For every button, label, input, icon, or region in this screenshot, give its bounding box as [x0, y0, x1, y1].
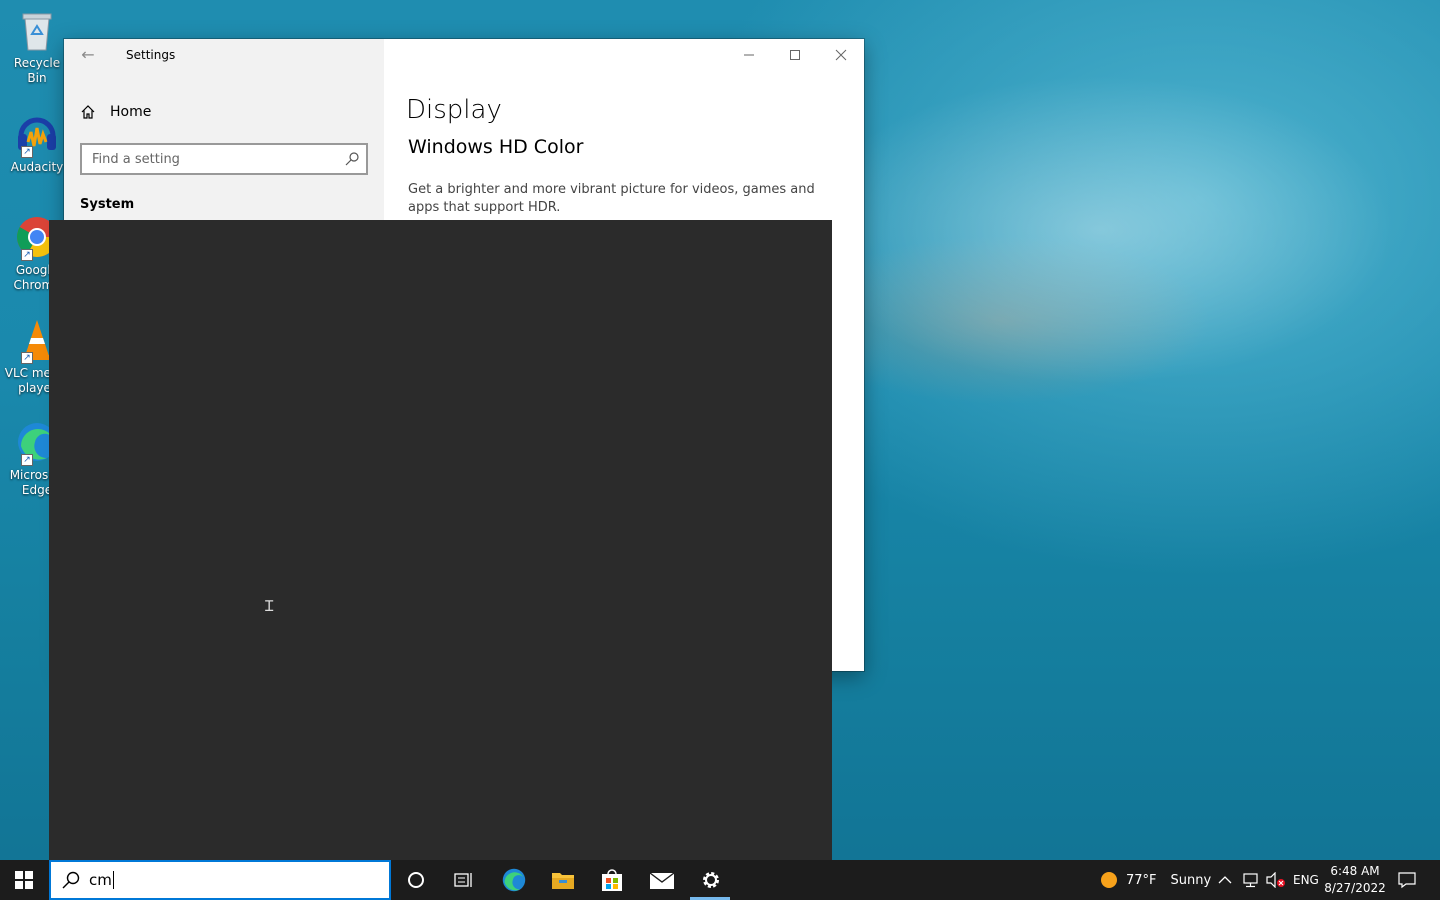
show-hidden-icons-button[interactable] — [1218, 860, 1232, 900]
window-title: Settings — [126, 48, 176, 62]
maximize-icon — [790, 50, 800, 60]
taskbar-search-input[interactable]: cm — [49, 860, 391, 900]
maximize-button[interactable] — [772, 39, 818, 71]
weather-temp: 77°F — [1126, 872, 1157, 888]
language-indicator[interactable]: ENG — [1293, 860, 1319, 900]
section-description: Get a brighter and more vibrant picture … — [408, 182, 815, 215]
weather-widget[interactable]: 77°F Sunny — [1100, 860, 1211, 900]
store-icon — [602, 869, 622, 891]
volume-muted-icon — [1266, 872, 1285, 888]
nav-home-label: Home — [110, 104, 152, 120]
minimize-button[interactable] — [726, 39, 772, 71]
text-caret — [112, 871, 114, 889]
taskbar-settings-button[interactable] — [687, 860, 735, 900]
desktop-icon-label: Audacity — [10, 160, 64, 174]
close-button[interactable] — [818, 39, 864, 71]
cortana-button[interactable] — [392, 860, 440, 900]
search-icon — [345, 152, 359, 166]
shortcut-arrow-icon: ↗ — [21, 454, 33, 466]
minimize-icon — [744, 54, 754, 56]
section-title: Windows HD Color — [408, 136, 584, 158]
start-button[interactable] — [0, 860, 48, 900]
close-icon — [835, 49, 847, 61]
home-icon — [81, 105, 95, 119]
file-explorer-button[interactable] — [539, 860, 587, 900]
notification-icon — [1398, 872, 1416, 889]
title-bar: ← Settings — [64, 39, 864, 71]
search-results-flyout: Ɪ — [49, 220, 832, 860]
settings-gear-icon — [703, 872, 719, 888]
desktop-icon-recycle-bin[interactable]: Recycle Bin — [4, 8, 70, 86]
taskbar-edge-button[interactable] — [490, 860, 538, 900]
search-icon — [62, 871, 80, 889]
chevron-up-icon — [1218, 876, 1232, 884]
taskbar: cm 77°F Sunny ENG 6:48 AM 8/27/2022 — [0, 860, 1440, 900]
shortcut-arrow-icon: ↗ — [21, 352, 33, 364]
nav-section-system: System — [80, 197, 135, 212]
task-view-button[interactable] — [440, 860, 488, 900]
mail-icon — [649, 872, 675, 889]
file-explorer-icon — [552, 873, 574, 889]
desktop-icon-label: Recycle Bin — [13, 56, 61, 85]
shortcut-arrow-icon: ↗ — [21, 146, 33, 158]
nav-home[interactable]: Home — [80, 99, 151, 125]
action-center-button[interactable] — [1398, 860, 1416, 900]
audacity-icon: ↗ — [15, 112, 59, 158]
task-view-icon — [454, 873, 472, 887]
store-button[interactable] — [588, 860, 636, 900]
mail-button[interactable] — [638, 860, 686, 900]
find-setting-input[interactable]: Find a setting — [80, 143, 368, 175]
recycle-bin-icon — [15, 8, 59, 52]
weather-condition: Sunny — [1170, 872, 1212, 888]
clock-time: 6:48 AM — [1330, 864, 1380, 878]
i-beam-cursor-icon: Ɪ — [265, 597, 274, 615]
clock[interactable]: 6:48 AM 8/27/2022 — [1324, 863, 1386, 897]
cortana-icon — [408, 872, 424, 888]
network-button[interactable] — [1242, 860, 1260, 900]
clock-date: 8/27/2022 — [1324, 881, 1386, 895]
find-setting-placeholder: Find a setting — [92, 151, 180, 167]
volume-button[interactable] — [1266, 860, 1286, 900]
shortcut-arrow-icon: ↗ — [21, 249, 33, 261]
search-query-text: cm — [89, 871, 112, 889]
page-title: Display — [406, 95, 502, 125]
network-icon — [1243, 873, 1258, 888]
back-arrow-icon: ← — [81, 45, 95, 64]
edge-icon — [502, 868, 526, 892]
desktop-icon-audacity[interactable]: ↗ Audacity — [4, 112, 70, 175]
back-button[interactable]: ← — [72, 43, 104, 67]
sun-icon — [1101, 872, 1117, 888]
windows-logo-icon — [15, 871, 33, 889]
